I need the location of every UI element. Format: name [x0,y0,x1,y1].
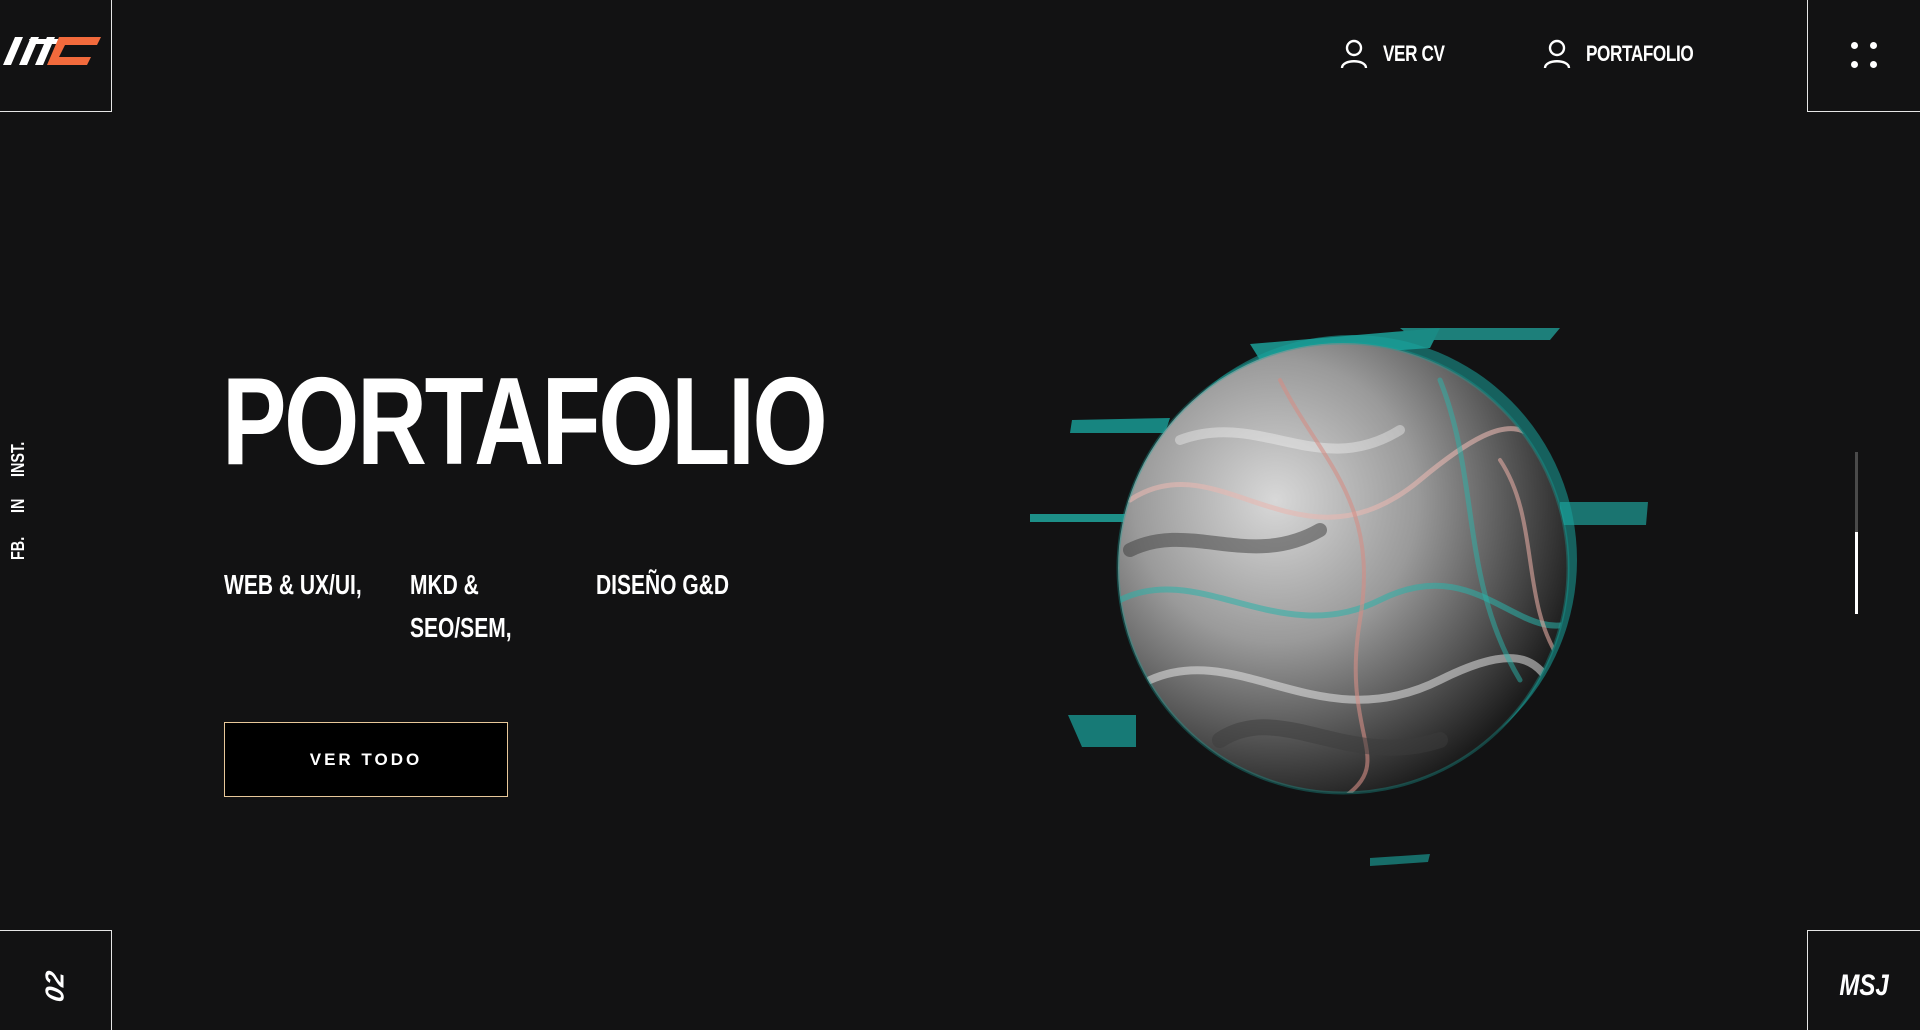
menu-box[interactable] [1807,0,1920,112]
service-web: WEB & UX/UI, [224,569,362,600]
social-link-inst[interactable]: INST. [8,442,29,477]
mc-logo[interactable]: MC [0,29,103,74]
nav-portafolio[interactable]: PORTAFOLIO [1542,38,1724,70]
user-icon [1341,39,1368,69]
top-navigation: VER CV PORTAFOLIO [1339,38,1724,70]
social-link-fb[interactable]: FB. [8,537,29,560]
marble-sphere-image [1030,328,1648,866]
scroll-indicator[interactable] [1855,452,1858,614]
dots-grid-icon[interactable] [1851,42,1877,68]
user-icon [1544,39,1571,69]
service-mkd: MKD & SEO/SEM, [410,569,512,643]
scroll-thumb[interactable] [1855,532,1858,614]
page-number-box: 02 [0,930,112,1030]
social-links: FB. IN INST. [8,330,29,560]
nav-ver-cv-label: VER CV [1383,41,1446,66]
logo-box[interactable]: MC [0,0,112,112]
page-title: PORTAFOLIO [222,353,828,491]
nav-portafolio-label: PORTAFOLIO [1586,41,1694,66]
page-number: 02 [39,967,70,1004]
page: MC VER CV PORTAFOLIO [0,0,1920,1030]
social-link-in[interactable]: IN [8,499,29,513]
services-list: WEB & UX/UI, MKD & SEO/SEM, DISEÑO G&D [224,563,782,649]
message-link[interactable]: MSJ [1839,969,1888,1003]
message-box[interactable]: MSJ [1807,930,1920,1030]
view-all-button[interactable]: VER TODO [224,722,508,797]
view-all-label: VER TODO [309,749,423,769]
service-design: DISEÑO G&D [596,569,730,600]
nav-ver-cv[interactable]: VER CV [1339,38,1462,70]
